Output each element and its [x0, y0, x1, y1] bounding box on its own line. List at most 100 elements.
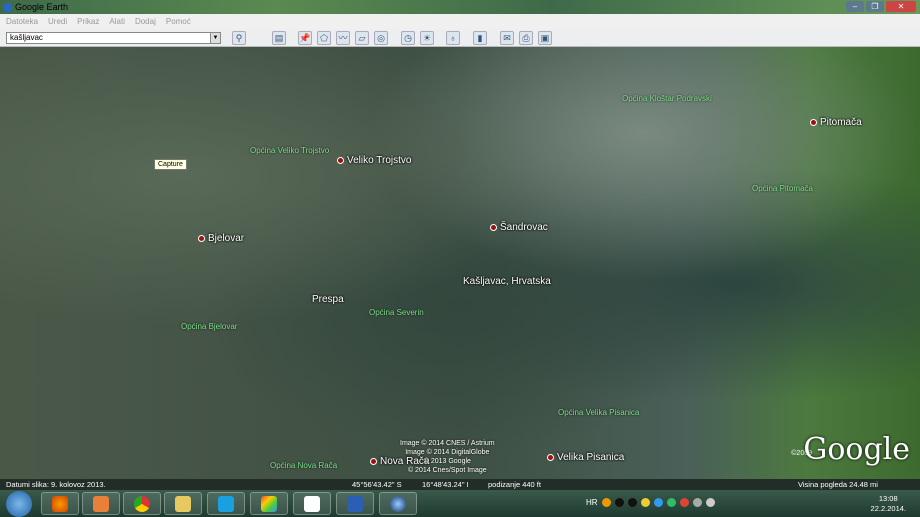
place-label[interactable]: Velika Pisanica: [547, 452, 624, 463]
place-label[interactable]: Veliko Trojstvo: [337, 155, 411, 166]
taskbar-paint[interactable]: [250, 492, 288, 515]
menu-add[interactable]: Dodaj: [135, 17, 156, 26]
place-name: Pitomača: [820, 117, 862, 128]
polygon-icon[interactable]: ⬠: [317, 31, 331, 45]
search-input[interactable]: kašljavac ▼: [6, 32, 221, 44]
minimize-button[interactable]: –: [846, 1, 864, 12]
menu-help[interactable]: Pomoć: [166, 17, 191, 26]
tray-icon[interactable]: [640, 498, 650, 507]
place-marker-icon: [547, 453, 554, 461]
menu-tools[interactable]: Alati: [109, 17, 125, 26]
firefox-icon: [52, 495, 68, 512]
tray-icon[interactable]: [627, 498, 637, 507]
path-icon[interactable]: 〰: [336, 31, 350, 45]
region-label: Općina Kloštar Podravski: [622, 94, 712, 103]
tray-icon[interactable]: [614, 498, 624, 507]
taskbar-word[interactable]: [336, 492, 374, 515]
place-marker-icon: [370, 457, 377, 465]
tray-icon[interactable]: [679, 498, 689, 507]
place-label[interactable]: Bjelovar: [198, 233, 244, 244]
media-player-icon: [93, 495, 109, 512]
placemark-icon[interactable]: 📌: [298, 31, 312, 45]
chrome-icon: [134, 495, 150, 512]
cards-icon: [304, 495, 320, 512]
clock[interactable]: 13:08 22.2.2014.: [871, 494, 906, 514]
dropdown-arrow-icon[interactable]: ▼: [210, 33, 220, 43]
skype-icon: [218, 495, 234, 512]
place-label[interactable]: Pitomača: [810, 117, 862, 128]
imagery-credits: Image © 2014 CNES / Astrium Image © 2014…: [400, 439, 495, 475]
region-label: Općina Severin: [369, 308, 424, 317]
tray-icon[interactable]: [601, 498, 611, 507]
taskbar-firefox[interactable]: [41, 492, 79, 515]
place-marker-icon: [198, 234, 205, 242]
tray-icon[interactable]: [653, 498, 663, 507]
place-name: Bjelovar: [208, 233, 245, 244]
place-marker-icon: [810, 118, 817, 126]
clock-date: 22.2.2014.: [870, 504, 906, 513]
save-image-icon[interactable]: ▣: [538, 31, 552, 45]
taskbar-media-player[interactable]: [82, 492, 120, 515]
map-view[interactable]: Veliko Trojstvo Bjelovar Šandrovac Presp…: [0, 47, 920, 479]
historical-imagery-icon[interactable]: ◷: [401, 31, 415, 45]
menu-edit[interactable]: Uredi: [48, 17, 67, 26]
network-icon[interactable]: [692, 498, 702, 507]
language-indicator[interactable]: HR: [586, 498, 598, 507]
place-label[interactable]: Šandrovac: [490, 222, 548, 233]
tour-icon[interactable]: ◎: [374, 31, 388, 45]
place-marker-icon: [490, 223, 497, 231]
email-icon[interactable]: ✉: [500, 31, 514, 45]
search-value: kašljavac: [10, 33, 43, 42]
status-bar: Datumi slika: 9. kolovoz 2013. 45°56'43.…: [0, 479, 920, 490]
longitude: 16°48'43.24" I: [422, 480, 469, 489]
search-icon[interactable]: ⚲: [232, 31, 246, 45]
elevation: podizanje 440 ft: [488, 480, 541, 489]
taskbar-skype[interactable]: [207, 492, 245, 515]
place-name: Velika Pisanica: [557, 452, 625, 463]
credit-line: © 2014 Cnes/Spot Image: [407, 467, 487, 474]
google-logo: Google: [803, 432, 910, 467]
tray-icon[interactable]: [666, 498, 676, 507]
word-icon: [347, 495, 363, 512]
maximize-button[interactable]: ❐: [866, 1, 884, 12]
region-label: Općina Veliko Trojstvo: [250, 146, 330, 155]
credit-line: Image © 2014 CNES / Astrium: [400, 440, 495, 447]
menu-view[interactable]: Prikaz: [77, 17, 99, 26]
ruler-icon[interactable]: ▮: [473, 31, 487, 45]
taskbar: HR 13:08 22.2.2014.: [0, 490, 920, 517]
print-icon[interactable]: ⎙: [519, 31, 533, 45]
credit-line: © 2013 Google: [423, 458, 471, 465]
overlay-icon[interactable]: ▱: [355, 31, 369, 45]
menu-file[interactable]: Datoteka: [6, 17, 38, 26]
toolbar: kašljavac ▼ ⚲ ▤ 📌 ⬠ 〰 ▱ ◎ ◷ ☀ ♁ ▮ ✉ ⎙ ▣: [0, 29, 920, 47]
window-title: Google Earth: [15, 2, 69, 12]
place-label[interactable]: Kašljavac, Hrvatska: [463, 276, 551, 287]
google-earth-icon: [390, 495, 406, 512]
place-marker-icon: [337, 156, 344, 164]
close-button[interactable]: ✕: [886, 1, 916, 12]
region-label: Općina Velika Pisanica: [558, 408, 640, 417]
clock-time: 13:08: [878, 494, 898, 503]
region-label: Općina Bjelovar: [181, 322, 238, 331]
sun-icon[interactable]: ☀: [420, 31, 434, 45]
latitude: 45°56'43.42" S: [352, 480, 402, 489]
folder-icon: [175, 495, 191, 512]
credit-line: Image © 2014 DigitalGlobe: [405, 449, 490, 456]
tooltip: Capture: [154, 159, 187, 170]
region-label: Općina Pitomača: [752, 184, 813, 193]
start-button[interactable]: [6, 491, 32, 517]
planets-icon[interactable]: ♁: [446, 31, 460, 45]
place-name: Kašljavac, Hrvatska: [463, 276, 551, 287]
taskbar-google-earth[interactable]: [379, 492, 417, 515]
volume-icon[interactable]: [705, 498, 715, 507]
taskbar-chrome[interactable]: [123, 492, 161, 515]
place-label[interactable]: Prespa: [312, 294, 344, 305]
menu-bar: Datoteka Uredi Prikaz Alati Dodaj Pomoć: [0, 14, 920, 29]
taskbar-file-explorer[interactable]: [164, 492, 202, 515]
place-name: Veliko Trojstvo: [347, 155, 412, 166]
google-earth-icon: [3, 2, 12, 12]
place-name: Prespa: [312, 294, 344, 305]
taskbar-solitaire[interactable]: [293, 492, 331, 515]
sidebar-icon[interactable]: ▤: [272, 31, 286, 45]
paint-icon: [261, 495, 277, 512]
